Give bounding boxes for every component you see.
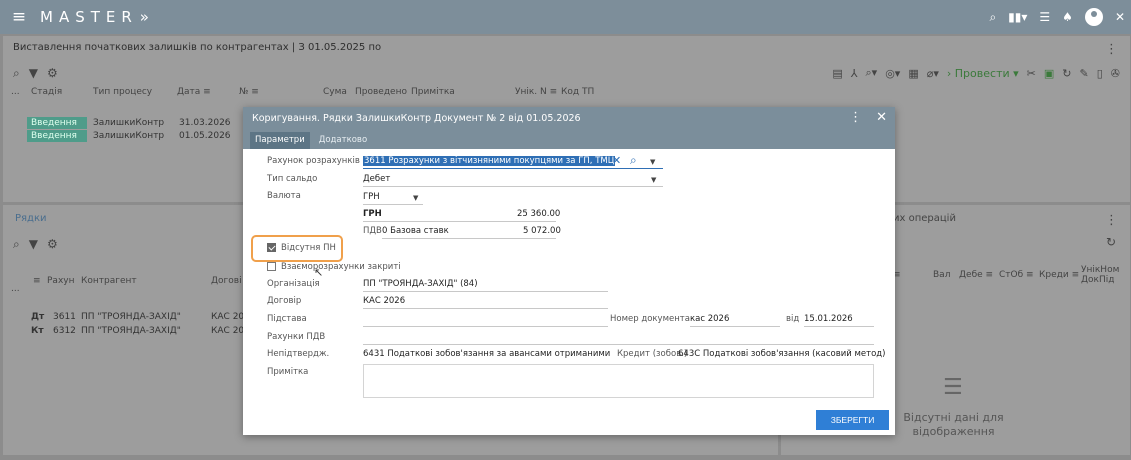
balance-type-select[interactable]: Дебет [363, 174, 390, 184]
basis-label: Підстава [267, 314, 307, 324]
attachment-icon[interactable]: ⌀▾ [927, 67, 939, 80]
account-label: Рахунок розрахунків [267, 156, 360, 166]
settlements-closed-label: Взаєморозрахунки закриті [281, 262, 401, 272]
account-input[interactable]: 3611 Розрахунки з вітчизняними покупцями… [363, 156, 616, 166]
more-icon[interactable]: ⋮ [1105, 213, 1118, 228]
dialog-title: Коригування. Рядки ЗалишкиКонтр Документ… [252, 112, 581, 124]
table-header: ... ≡ Рахун Контрагент Догові [11, 276, 242, 294]
doc-number-label: Номер документа [610, 314, 690, 324]
gear-icon[interactable]: ⚙ [47, 66, 58, 81]
section-title: их операцій [893, 213, 956, 224]
menu-icon[interactable]: ≡ [6, 7, 32, 27]
contract-label: Договір [267, 296, 302, 306]
stage-badge: Введення [27, 116, 87, 129]
search-icon[interactable]: ⌕▾ [866, 66, 878, 80]
more-icon[interactable]: ⋮ [1105, 42, 1118, 57]
close-icon[interactable]: ✕ [876, 110, 887, 125]
section-title: Рядки [15, 213, 47, 224]
page-title: Виставлення початкових залишків по контр… [13, 42, 382, 53]
contract-field[interactable]: КАС 2026 [363, 296, 405, 306]
tab-additional[interactable]: Додатково [314, 132, 372, 149]
cursor-icon: ↖ [314, 266, 324, 279]
currency-select[interactable]: ГРН [363, 192, 380, 202]
dialog-header: Коригування. Рядки ЗалишкиКонтр Документ… [243, 107, 895, 129]
bell-icon[interactable]: ♠ [1062, 10, 1073, 24]
table-row[interactable]: Дт 3611 ПП "ТРОЯНДА-ЗАХІД" КАС 20 [31, 310, 244, 323]
wrench-icon[interactable]: ✇ [1111, 67, 1120, 80]
brand-expand-icon[interactable]: » [140, 8, 149, 26]
hierarchy-icon[interactable]: ⅄ [851, 67, 858, 80]
currency-row-label: ГРН [363, 209, 382, 219]
settlements-closed-checkbox[interactable] [267, 262, 276, 271]
table-row[interactable]: Введення ЗалишкиКонтр 01.05.2026 [27, 129, 231, 142]
user-icon[interactable] [1084, 8, 1103, 26]
balance-type-label: Тип сальдо [267, 174, 318, 184]
chevron-down-icon[interactable]: ▼ [651, 176, 656, 184]
unconfirmed-label: Непідтвердж. [267, 349, 330, 359]
edit-dialog: Коригування. Рядки ЗалишкиКонтр Документ… [243, 107, 895, 435]
post-button[interactable]: › Провести ▾ [947, 67, 1019, 80]
brand-logo[interactable]: MASTER [40, 8, 138, 26]
chart-icon[interactable]: ▮▮▾ [1008, 10, 1027, 24]
top-bar: ≡ MASTER » ⌕ ▮▮▾ ☰ ♠ ✕ [0, 0, 1131, 34]
chevron-down-icon[interactable]: ▼ [650, 158, 655, 166]
filter-icon[interactable]: ☰ [1039, 10, 1050, 24]
search-icon[interactable]: ⌕ [13, 66, 20, 81]
credit-label: Кредит (зобов.) [617, 349, 688, 359]
organization-field[interactable]: ПП "ТРОЯНДА-ЗАХІД" (84) [363, 279, 478, 289]
document-icon[interactable]: ▤ [832, 67, 842, 80]
more-icon[interactable]: ⋮ [849, 110, 862, 125]
stage-badge: Введення [27, 129, 87, 142]
table-row[interactable]: Кт 6312 ПП "ТРОЯНДА-ЗАХІД" КАС 20 [31, 324, 244, 337]
organization-label: Організація [267, 279, 320, 289]
search-icon[interactable]: ⌕ [630, 153, 637, 168]
date-field[interactable]: 15.01.2026 [804, 314, 853, 324]
credit-field[interactable]: 643С Податкові зобов'язання (касовий мет… [678, 349, 885, 359]
dialog-tabs: Параметри Додатково [243, 129, 895, 149]
vat-accounts-label: Рахунки ПДВ [267, 332, 326, 342]
clear-icon[interactable]: ✕ [612, 154, 621, 167]
new-document-icon[interactable]: ▯ [1097, 67, 1103, 80]
filter-icon[interactable]: ▼ [29, 66, 38, 81]
unconfirmed-field[interactable]: 6431 Податкові зобов'язання за авансами … [363, 349, 610, 359]
currency-amount[interactable]: 25 360.00 [517, 209, 560, 219]
close-icon[interactable]: ✕ [1115, 10, 1125, 24]
refresh-icon[interactable]: ↻ [1062, 67, 1071, 80]
refresh-icon[interactable]: ↻ [1106, 235, 1116, 249]
tab-parameters[interactable]: Параметри [250, 132, 310, 149]
table-header: ≡ Вал Дебе ≡ СтОб ≡ Креди ≡ УнікНом ДокП… [893, 265, 1120, 285]
save-button[interactable]: ЗБЕРЕГТИ [816, 410, 889, 430]
check-circle-icon[interactable]: ◎▾ [885, 67, 900, 80]
search-icon[interactable]: ⌕ [13, 237, 20, 252]
no-data-icon: ☰ [943, 375, 963, 400]
filter-icon[interactable]: ▼ [29, 237, 38, 252]
empty-state: Відсутні дані для відображення [903, 411, 1004, 438]
highlight-frame [251, 235, 343, 262]
calculator-icon[interactable]: ▦ [908, 67, 918, 80]
post-label: Провести [954, 66, 1010, 80]
edit-icon[interactable]: ✎ [1080, 67, 1089, 80]
doc-number-field[interactable]: кас 2026 [690, 314, 729, 324]
currency-label: Валюта [267, 191, 301, 201]
vat-rate-select[interactable]: 0 Базова ставк [382, 226, 449, 236]
table-row[interactable]: Введення ЗалишкиКонтр 31.03.2026 [27, 116, 231, 129]
search-icon[interactable]: ⌕ [989, 10, 996, 25]
vat-amount[interactable]: 5 072.00 [523, 226, 561, 236]
table-header: ... Стадія Тип процесу Дата ≡ № ≡ Сума П… [11, 87, 595, 97]
gear-icon[interactable]: ⚙ [47, 237, 58, 252]
note-label: Примітка [267, 367, 309, 377]
chevron-down-icon[interactable]: ▼ [413, 194, 418, 202]
excel-icon[interactable]: ▣ [1044, 67, 1054, 80]
from-label: від [786, 314, 800, 324]
note-textarea[interactable] [363, 364, 874, 398]
tools-icon[interactable]: ✂ [1027, 67, 1036, 80]
vat-label: ПДВ [363, 226, 382, 236]
